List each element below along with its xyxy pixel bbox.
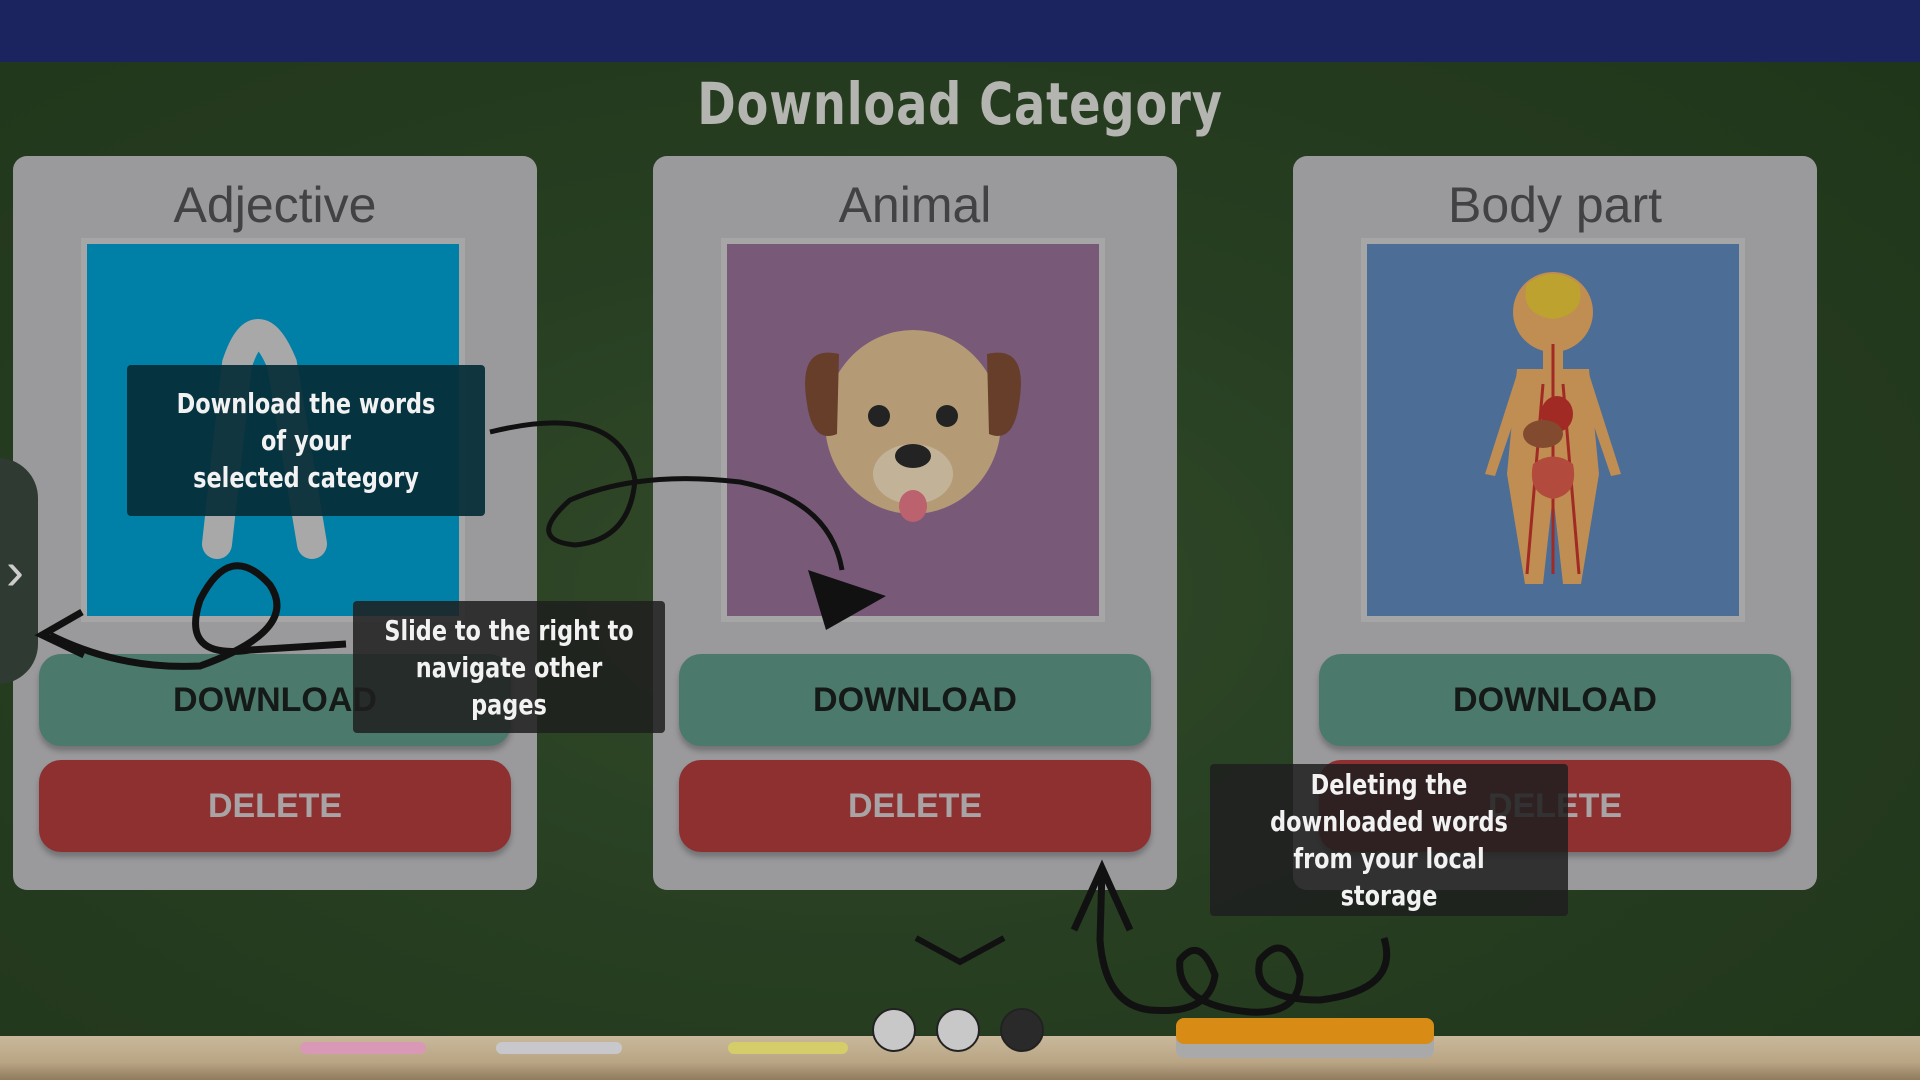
download-button[interactable]: DOWNLOAD bbox=[1319, 654, 1791, 746]
page-title: Download Category bbox=[697, 70, 1223, 138]
chalk-white bbox=[496, 1042, 622, 1054]
tooltip-slide: Slide to the right to navigate other pag… bbox=[353, 601, 665, 733]
tooltip-download: Download the words of your selected cate… bbox=[127, 365, 485, 516]
page-dot-2[interactable] bbox=[936, 1008, 980, 1052]
card-title: Body part bbox=[1447, 177, 1662, 233]
card-title: Adjective bbox=[173, 177, 377, 233]
chalk-pink bbox=[300, 1042, 426, 1054]
page-indicator bbox=[872, 1008, 1044, 1052]
card-title: Animal bbox=[838, 177, 992, 233]
delete-button[interactable]: DELETE bbox=[39, 760, 511, 852]
category-card-adjective: Adjective DOWNLOAD DELETE bbox=[13, 156, 537, 890]
chevron-right-icon[interactable]: › bbox=[0, 458, 38, 684]
delete-button[interactable]: DELETE bbox=[679, 760, 1151, 852]
category-card-animal: Animal DOWNLOAD DELETE bbox=[653, 156, 1177, 890]
human-anatomy-icon bbox=[1361, 238, 1745, 622]
page-dot-3[interactable] bbox=[1000, 1008, 1044, 1052]
page-dot-1[interactable] bbox=[872, 1008, 916, 1052]
download-button[interactable]: DOWNLOAD bbox=[679, 654, 1151, 746]
eraser bbox=[1176, 1018, 1434, 1044]
chalk-yellow bbox=[728, 1042, 848, 1054]
dog-face-icon bbox=[721, 238, 1105, 622]
tooltip-delete: Deleting the downloaded words from your … bbox=[1210, 764, 1568, 916]
top-app-bar bbox=[0, 0, 1920, 62]
chevron-down-icon[interactable] bbox=[912, 930, 1008, 970]
